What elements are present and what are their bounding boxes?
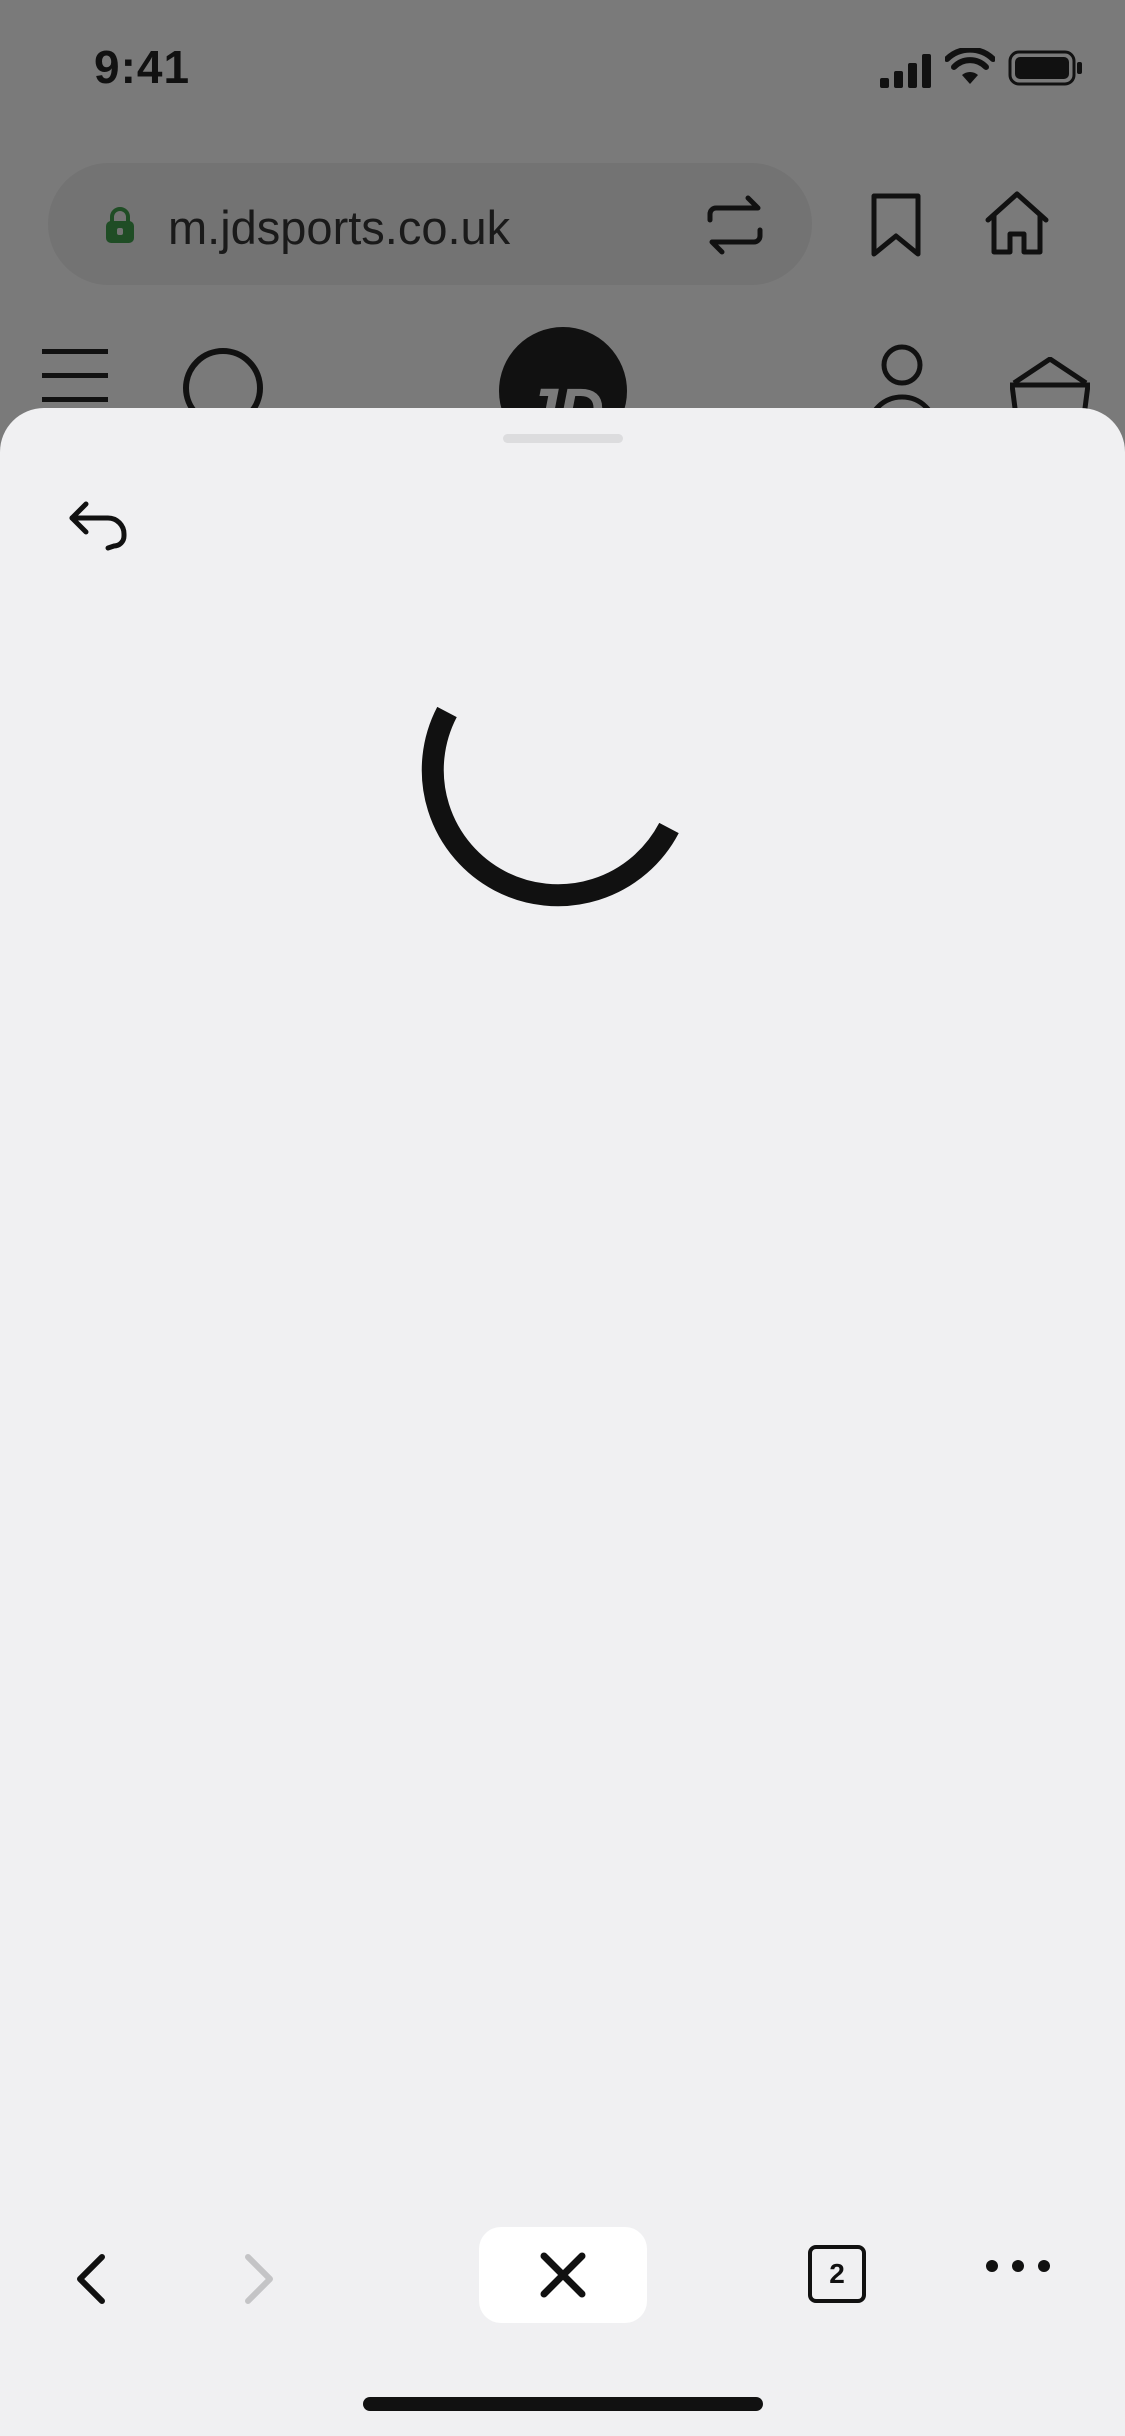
signal-icon xyxy=(880,54,931,88)
bookmark-icon[interactable] xyxy=(868,192,924,258)
jd-logo[interactable]: JD xyxy=(499,327,627,415)
menu-icon[interactable] xyxy=(42,349,112,409)
chevron-right-icon[interactable] xyxy=(242,2253,278,2305)
status-time: 9:41 xyxy=(94,41,191,93)
search-icon[interactable] xyxy=(180,345,270,415)
translate-icon[interactable] xyxy=(700,192,770,258)
tabs-button[interactable]: 2 xyxy=(808,2245,866,2303)
reply-back-icon[interactable] xyxy=(68,500,130,552)
battery-icon xyxy=(1008,50,1082,86)
url-text[interactable]: m.jdsports.co.uk xyxy=(168,200,510,255)
lock-icon xyxy=(106,207,134,243)
chevron-left-icon[interactable] xyxy=(72,2253,108,2305)
home-icon[interactable] xyxy=(982,190,1052,256)
loading-spinner xyxy=(421,706,679,907)
basket-icon[interactable] xyxy=(1010,357,1090,415)
browser-toolbar: 2 xyxy=(0,2205,1125,2325)
home-indicator[interactable] xyxy=(363,2397,763,2411)
close-button[interactable] xyxy=(479,2227,647,2323)
sheet-grabber[interactable] xyxy=(503,434,623,443)
account-icon[interactable] xyxy=(862,343,942,415)
close-icon xyxy=(540,2252,586,2298)
bottom-sheet: 2 xyxy=(0,408,1125,2436)
wifi-icon xyxy=(945,48,995,84)
status-bar: 9:41 xyxy=(0,0,1125,140)
site-header: JD xyxy=(0,315,1125,415)
tab-count: 2 xyxy=(829,2258,845,2289)
more-icon[interactable] xyxy=(985,2259,1051,2273)
